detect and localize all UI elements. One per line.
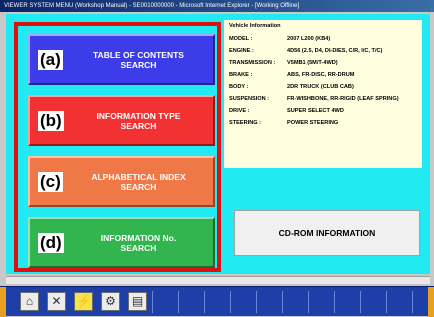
vehicle-info-title: Vehicle Information — [229, 23, 281, 29]
button-label: INFORMATION No. SEARCH — [100, 232, 177, 253]
button-label: TABLE OF CONTENTS SEARCH — [93, 49, 184, 70]
info-key: ENGINE : — [229, 48, 254, 54]
vehicle-info-row: DRIVE : SUPER SELECT 4WD — [229, 105, 417, 117]
toolbar-divider — [412, 291, 413, 313]
info-key: STEERING : — [229, 120, 262, 126]
button-label: INFORMATION TYPE SEARCH — [96, 110, 181, 131]
info-key: BRAKE : — [229, 72, 253, 78]
toolbar-divider — [308, 291, 309, 313]
information-number-search-button[interactable]: (d) INFORMATION No. SEARCH — [28, 217, 215, 268]
window-title: VIEWER SYSTEM MENU (Workshop Manual) - S… — [4, 3, 300, 9]
button-letter-d: (d) — [38, 232, 64, 253]
vehicle-info-row: MODEL : 2007 L200 (KB4) — [229, 33, 417, 45]
toolbar-divider — [152, 291, 153, 313]
toolbar-divider — [178, 291, 179, 313]
table-of-contents-search-button[interactable]: (a) TABLE OF CONTENTS SEARCH — [28, 34, 215, 85]
info-key: MODEL : — [229, 36, 253, 42]
vehicle-info-row: BODY : 2DR TRUCK (CLUB CAB) — [229, 81, 417, 93]
toolbar-divider — [204, 291, 205, 313]
vehicle-info-row: BRAKE : ABS, FR-DISC, RR-DRUM — [229, 69, 417, 81]
vehicle-info-row: SUSPENSION : FR-WISHBONE, RR-RIGID (LEAF… — [229, 93, 417, 105]
bottom-toolbar: ⌂ ✕ ⚡ ⚙ ▤ — [0, 286, 434, 317]
info-value: V5MB1 (5M/T-4WD) — [287, 60, 338, 66]
toolbar-divider — [282, 291, 283, 313]
search-menu-frame: (a) TABLE OF CONTENTS SEARCH (b) INFORMA… — [14, 22, 221, 272]
info-value: ABS, FR-DISC, RR-DRUM — [287, 72, 355, 78]
gear-icon[interactable]: ⚙ — [101, 292, 120, 311]
info-key: TRANSMISSION : — [229, 60, 276, 66]
toolbar-divider — [230, 291, 231, 313]
toolbar-divider — [334, 291, 335, 313]
lightning-icon[interactable]: ⚡ — [74, 292, 93, 311]
vehicle-info-row: ENGINE : 4D56 (2.5, D4, DI-DIES, C/R, I/… — [229, 45, 417, 57]
info-value: 2DR TRUCK (CLUB CAB) — [287, 84, 354, 90]
toolbar-divider — [360, 291, 361, 313]
info-key: BODY : — [229, 84, 249, 90]
vehicle-info-row: TRANSMISSION : V5MB1 (5M/T-4WD) — [229, 57, 417, 69]
home-icon[interactable]: ⌂ — [20, 292, 39, 311]
toolbar-divider — [256, 291, 257, 313]
info-key: SUSPENSION : — [229, 96, 270, 102]
button-letter-c: (c) — [38, 171, 63, 192]
window-title-bar: VIEWER SYSTEM MENU (Workshop Manual) - S… — [0, 0, 434, 12]
button-letter-a: (a) — [38, 49, 63, 70]
button-letter-b: (b) — [38, 110, 64, 131]
tools-icon[interactable]: ✕ — [47, 292, 66, 311]
info-key: DRIVE : — [229, 108, 250, 114]
info-value: POWER STEERING — [287, 120, 339, 126]
vehicle-info-row: STEERING : POWER STEERING — [229, 117, 417, 129]
status-bar — [6, 276, 430, 284]
book-icon[interactable]: ▤ — [128, 292, 147, 311]
info-value: FR-WISHBONE, RR-RIGID (LEAF SPRING) — [287, 96, 399, 102]
information-type-search-button[interactable]: (b) INFORMATION TYPE SEARCH — [28, 95, 215, 146]
toolbar-divider — [386, 291, 387, 313]
cd-rom-information-button[interactable]: CD-ROM INFORMATION — [234, 210, 420, 256]
toolbar-left-edge — [0, 287, 6, 317]
info-value: 2007 L200 (KB4) — [287, 36, 331, 42]
main-panel: (a) TABLE OF CONTENTS SEARCH (b) INFORMA… — [6, 14, 430, 274]
toolbar-right-edge — [428, 287, 434, 317]
vehicle-information-panel: Vehicle Information MODEL : 2007 L200 (K… — [224, 20, 422, 168]
alphabetical-index-search-button[interactable]: (c) ALPHABETICAL INDEX SEARCH — [28, 156, 215, 207]
info-value: 4D56 (2.5, D4, DI-DIES, C/R, I/C, T/C) — [287, 48, 383, 54]
button-label: ALPHABETICAL INDEX SEARCH — [91, 171, 186, 192]
info-value: SUPER SELECT 4WD — [287, 108, 344, 114]
